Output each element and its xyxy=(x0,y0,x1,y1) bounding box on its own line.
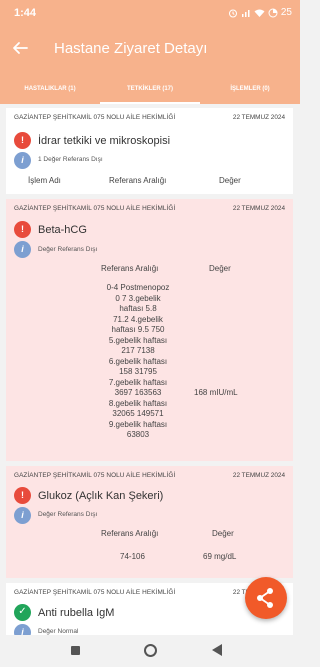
page-title: Hastane Ziyaret Detayı xyxy=(54,40,208,57)
column-reference-range: Referans Aralığı xyxy=(109,176,167,185)
reference-range-list: 0-4 Postmenopoz 0 7 3.gebelik haftası 5.8 7… xyxy=(93,283,183,441)
status-icons: 25 xyxy=(228,7,292,18)
facility-name: GAZİANTEP ŞEHİTKAMİL 075 NOLU AİLE HEKİM… xyxy=(14,589,176,596)
info-icon: i xyxy=(14,507,31,524)
tab-bar: HASTALIKLAR (1) TETKİKLER (17) İŞLEMLER … xyxy=(0,74,300,104)
app-bar: Hastane Ziyaret Detayı xyxy=(0,26,300,74)
reference-range-line: 9.gebelik haftası xyxy=(108,419,168,429)
alarm-icon xyxy=(228,9,237,17)
reference-note: Değer Normal xyxy=(38,628,79,635)
reference-range-line: 7.gebelik haftası xyxy=(108,377,168,387)
visit-date: 22 TEMMUZ 2024 xyxy=(232,205,285,212)
reference-range-line: 8.gebelik haftası xyxy=(108,398,168,408)
tab-tetkikler[interactable]: TETKİKLER (17) xyxy=(100,74,200,104)
status-bar: 1:44 25 xyxy=(0,0,300,26)
reference-range-line: 71.2 4.gebelik xyxy=(113,314,163,324)
facility-name: GAZİANTEP ŞEHİTKAMİL 075 NOLU AİLE HEKİM… xyxy=(14,472,176,479)
column-process-name: İşlem Adı xyxy=(28,176,61,185)
arrow-left-icon[interactable] xyxy=(12,40,28,56)
info-icon: i xyxy=(14,624,31,635)
reference-range-line: 5.gebelik haftası xyxy=(108,335,168,345)
column-reference-range: Referans Aralığı xyxy=(101,264,159,273)
test-name: Beta-hCG xyxy=(38,224,87,236)
warning-icon: ! xyxy=(14,132,31,149)
test-name: Glukoz (Açlık Kan Şekeri) xyxy=(38,490,164,502)
result-value: 69 mg/dL xyxy=(203,552,237,561)
reference-range-line: 6.gebelik haftası xyxy=(108,356,168,366)
reference-range-line: haftası 9.5 750 xyxy=(111,325,165,334)
column-reference-range: Referans Aralığı xyxy=(101,529,159,538)
test-name: Anti rubella IgM xyxy=(38,607,115,619)
reference-range-line: 63803 xyxy=(126,430,150,439)
result-value: 168 mIU/mL xyxy=(194,388,238,397)
home-icon[interactable] xyxy=(144,644,157,657)
warning-icon: ! xyxy=(14,487,31,504)
info-icon: i xyxy=(14,152,31,169)
reference-range-line: 158 31795 xyxy=(119,367,157,376)
reference-note: Değer Referans Dışı xyxy=(38,246,98,253)
reference-range-line: 217 7138 xyxy=(121,346,155,355)
test-list[interactable]: GAZİANTEP ŞEHİTKAMİL 075 NOLU AİLE HEKİM… xyxy=(0,104,300,635)
reference-note: Değer Referans Dışı xyxy=(38,511,98,518)
reference-range-line: 32065 149571 xyxy=(112,409,164,418)
share-icon xyxy=(257,588,273,608)
signal-icon xyxy=(241,9,250,17)
reference-note: 1 Değer Referans Dışı xyxy=(38,156,103,163)
tab-hastaliklar[interactable]: HASTALIKLAR (1) xyxy=(0,74,100,104)
test-card-urine[interactable]: GAZİANTEP ŞEHİTKAMİL 075 NOLU AİLE HEKİM… xyxy=(6,108,293,194)
column-value: Değer xyxy=(219,176,241,185)
facility-name: GAZİANTEP ŞEHİTKAMİL 075 NOLU AİLE HEKİM… xyxy=(14,114,176,121)
check-icon: ✓ xyxy=(14,604,31,621)
test-card-beta-hcg[interactable]: GAZİANTEP ŞEHİTKAMİL 075 NOLU AİLE HEKİM… xyxy=(6,199,293,461)
info-icon: i xyxy=(14,241,31,258)
battery-icon xyxy=(268,8,278,17)
reference-range-line: 0 7 3.gebelik xyxy=(115,293,161,303)
test-name: İdrar tetkiki ve mikroskopisi xyxy=(38,135,171,147)
facility-name: GAZİANTEP ŞEHİTKAMİL 075 NOLU AİLE HEKİM… xyxy=(14,205,176,212)
recent-apps-icon[interactable] xyxy=(71,646,80,655)
tab-islemler[interactable]: İŞLEMLER (0) xyxy=(200,74,300,104)
status-time: 1:44 xyxy=(14,7,37,19)
visit-date: 22 TEMMUZ 2024 xyxy=(232,472,285,479)
reference-range-line: 3697 163563 xyxy=(114,388,162,397)
wifi-icon xyxy=(254,9,265,17)
warning-icon: ! xyxy=(14,221,31,238)
battery-level: 25 xyxy=(280,7,292,18)
visit-date: 22 TEMMUZ 2024 xyxy=(232,114,285,121)
share-button[interactable] xyxy=(245,577,287,619)
column-value: Değer xyxy=(209,264,231,273)
reference-range-line: 0-4 Postmenopoz xyxy=(106,283,170,292)
test-card-glucose[interactable]: GAZİANTEP ŞEHİTKAMİL 075 NOLU AİLE HEKİM… xyxy=(6,466,293,578)
system-nav-bar xyxy=(0,635,300,667)
back-triangle-icon[interactable] xyxy=(212,644,222,656)
reference-range-line: haftası 5.8 xyxy=(119,304,157,313)
column-value: Değer xyxy=(212,529,234,538)
reference-range-value: 74-106 xyxy=(120,552,145,561)
